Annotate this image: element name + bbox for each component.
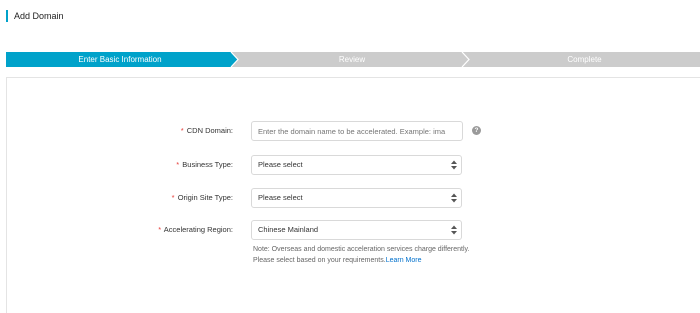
step-progress-bar: Enter Basic Information Review Complete xyxy=(6,52,700,67)
business-type-value: Please select xyxy=(258,160,303,169)
origin-site-type-value: Please select xyxy=(258,193,303,202)
business-type-label-text: Business Type: xyxy=(182,160,233,169)
region-pricing-note: Note: Overseas and domestic acceleration… xyxy=(253,244,469,266)
accelerating-region-value: Chinese Mainland xyxy=(258,225,319,234)
origin-site-type-label-text: Origin Site Type: xyxy=(177,193,233,202)
origin-site-type-select[interactable]: Please select xyxy=(251,188,462,208)
note-line-2: Please select based on your requirements… xyxy=(253,257,386,264)
accelerating-region-select[interactable]: Chinese Mainland xyxy=(251,220,462,240)
accelerating-region-label-text: Accelerating Region: xyxy=(163,225,233,234)
cdn-domain-input[interactable] xyxy=(251,121,463,141)
required-mark: * xyxy=(176,160,180,169)
select-arrows-icon xyxy=(451,160,457,170)
cdn-domain-label-text: CDN Domain: xyxy=(186,126,233,135)
origin-site-type-label: * Origin Site Type: xyxy=(172,193,233,203)
page-title: Add Domain xyxy=(6,10,64,22)
required-mark: * xyxy=(171,193,175,202)
required-mark: * xyxy=(158,225,162,234)
cdn-domain-label: * CDN Domain: xyxy=(181,126,233,136)
question-circle-icon[interactable]: ? xyxy=(472,126,481,135)
accelerating-region-label: * Accelerating Region: xyxy=(158,225,233,235)
note-line-2-row: Please select based on your requirements… xyxy=(253,255,469,266)
note-line-1: Note: Overseas and domestic acceleration… xyxy=(253,246,470,253)
select-arrows-icon xyxy=(451,225,457,235)
select-arrows-icon xyxy=(451,193,457,203)
step-enter-basic-information: Enter Basic Information xyxy=(78,55,162,64)
step-review: Review xyxy=(338,55,366,64)
learn-more-link[interactable]: Learn More xyxy=(386,257,422,264)
business-type-select[interactable]: Please select xyxy=(251,155,462,175)
required-mark: * xyxy=(180,126,184,135)
step-complete: Complete xyxy=(567,55,602,64)
business-type-label: * Business Type: xyxy=(176,160,233,170)
